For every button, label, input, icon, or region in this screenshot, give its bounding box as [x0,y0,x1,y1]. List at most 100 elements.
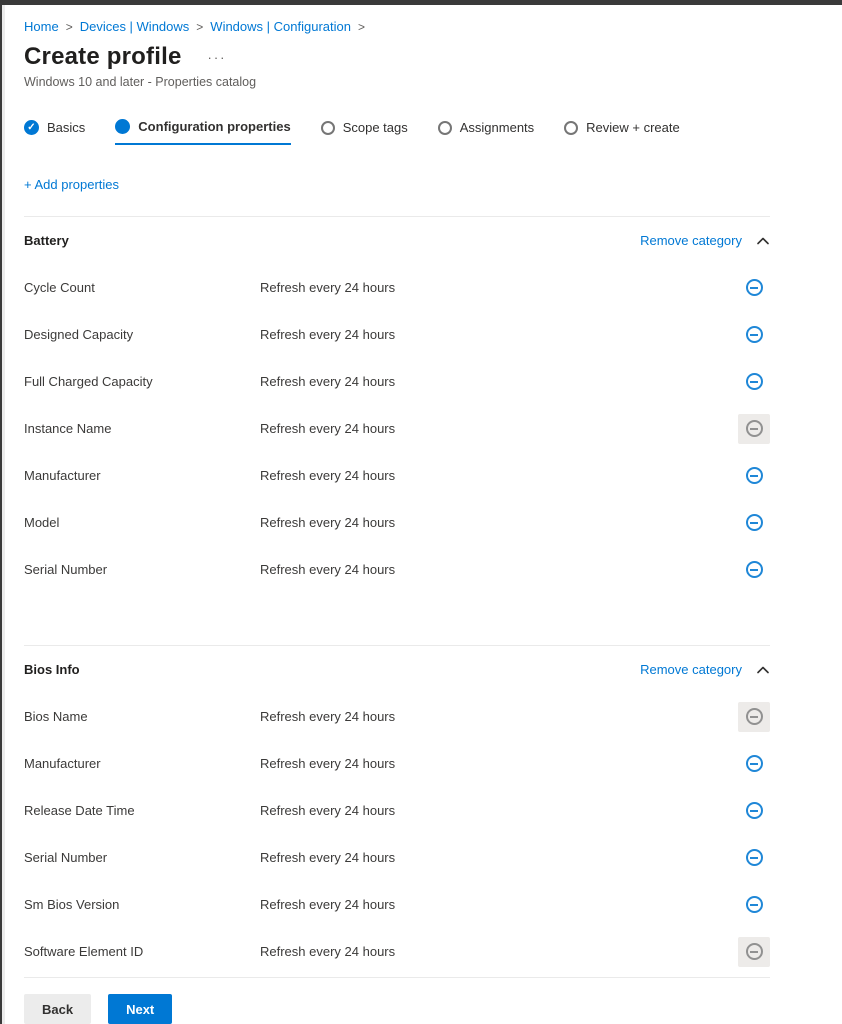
active-dot-icon [115,119,130,134]
tab-label: Scope tags [343,120,408,135]
property-label: Full Charged Capacity [24,374,260,389]
property-label: Manufacturer [24,468,260,483]
create-profile-page: Home > Devices | Windows > Windows | Con… [2,5,842,1024]
remove-property-button[interactable] [738,702,770,732]
property-label: Cycle Count [24,280,260,295]
remove-property-button[interactable] [738,461,770,491]
property-value: Refresh every 24 hours [260,897,738,912]
page-subtitle: Windows 10 and later - Properties catalo… [24,75,770,89]
property-label: Serial Number [24,562,260,577]
property-label: Bios Name [24,709,260,724]
table-row: Manufacturer Refresh every 24 hours [24,452,770,499]
tab-label: Assignments [460,120,534,135]
remove-property-button[interactable] [738,414,770,444]
remove-property-button[interactable] [738,320,770,350]
table-row: Designed Capacity Refresh every 24 hours [24,311,770,358]
minus-circle-icon [746,373,763,390]
property-value: Refresh every 24 hours [260,944,738,959]
table-row: Instance Name Refresh every 24 hours [24,405,770,452]
remove-category-button[interactable]: Remove category [640,233,742,248]
property-value: Refresh every 24 hours [260,280,738,295]
more-options-icon[interactable]: ··· [204,48,231,67]
remove-property-button[interactable] [738,555,770,585]
tab-label: Basics [47,120,85,135]
table-row: Software Element ID Refresh every 24 hou… [24,928,770,975]
table-row: Release Date Time Refresh every 24 hours [24,787,770,834]
completed-check-icon: ✓ [24,120,39,135]
property-label: Manufacturer [24,756,260,771]
property-label: Sm Bios Version [24,897,260,912]
tab-scope-tags[interactable]: Scope tags [321,119,408,145]
minus-circle-icon [746,561,763,578]
remove-property-button[interactable] [738,508,770,538]
breadcrumb-separator: > [66,20,73,34]
property-label: Instance Name [24,421,260,436]
property-value: Refresh every 24 hours [260,468,738,483]
minus-circle-icon [746,849,763,866]
empty-circle-icon [321,121,335,135]
property-label: Model [24,515,260,530]
property-value: Refresh every 24 hours [260,327,738,342]
property-value: Refresh every 24 hours [260,374,738,389]
table-row: Bios Name Refresh every 24 hours [24,693,770,740]
property-value: Refresh every 24 hours [260,850,738,865]
table-row: Serial Number Refresh every 24 hours [24,834,770,881]
wizard-footer: Back Next [24,994,770,1024]
tab-configuration-properties[interactable]: Configuration properties [115,119,290,145]
property-label: Serial Number [24,850,260,865]
breadcrumb-separator: > [196,20,203,34]
tab-assignments[interactable]: Assignments [438,119,534,145]
remove-property-button[interactable] [738,890,770,920]
tab-review-create[interactable]: Review + create [564,119,680,145]
minus-circle-icon [746,802,763,819]
minus-circle-icon [746,943,763,960]
property-value: Refresh every 24 hours [260,709,738,724]
remove-property-button[interactable] [738,367,770,397]
back-button[interactable]: Back [24,994,91,1024]
breadcrumb-link-home[interactable]: Home [24,19,59,34]
table-row: Sm Bios Version Refresh every 24 hours [24,881,770,928]
property-label: Designed Capacity [24,327,260,342]
property-label: Release Date Time [24,803,260,818]
table-row: Cycle Count Refresh every 24 hours [24,264,770,311]
next-button[interactable]: Next [108,994,172,1024]
tab-label: Configuration properties [138,119,290,134]
minus-circle-icon [746,467,763,484]
chevron-up-icon[interactable] [756,663,770,677]
divider [24,977,770,978]
property-label: Software Element ID [24,944,260,959]
section-title: Battery [24,233,69,248]
minus-circle-icon [746,755,763,772]
minus-circle-icon [746,326,763,343]
remove-property-button[interactable] [738,749,770,779]
remove-property-button[interactable] [738,273,770,303]
minus-circle-icon [746,708,763,725]
empty-circle-icon [564,121,578,135]
chevron-up-icon[interactable] [756,234,770,248]
wizard-tabs: ✓ Basics Configuration properties Scope … [24,119,770,145]
remove-property-button[interactable] [738,796,770,826]
breadcrumb-separator: > [358,20,365,34]
minus-circle-icon [746,420,763,437]
breadcrumb-link-devices-windows[interactable]: Devices | Windows [80,19,190,34]
remove-property-button[interactable] [738,937,770,967]
section-header-battery: Battery Remove category [24,217,770,264]
tab-label: Review + create [586,120,680,135]
table-row: Manufacturer Refresh every 24 hours [24,740,770,787]
section-header-bios-info: Bios Info Remove category [24,646,770,693]
remove-category-button[interactable]: Remove category [640,662,742,677]
property-value: Refresh every 24 hours [260,803,738,818]
property-value: Refresh every 24 hours [260,421,738,436]
breadcrumb: Home > Devices | Windows > Windows | Con… [24,17,770,34]
table-row: Model Refresh every 24 hours [24,499,770,546]
property-value: Refresh every 24 hours [260,562,738,577]
tab-basics[interactable]: ✓ Basics [24,119,85,145]
remove-property-button[interactable] [738,843,770,873]
minus-circle-icon [746,896,763,913]
section-title: Bios Info [24,662,80,677]
page-title: Create profile [24,43,182,71]
breadcrumb-link-windows-configuration[interactable]: Windows | Configuration [210,19,351,34]
property-value: Refresh every 24 hours [260,515,738,530]
add-properties-button[interactable]: + Add properties [24,177,119,192]
empty-circle-icon [438,121,452,135]
